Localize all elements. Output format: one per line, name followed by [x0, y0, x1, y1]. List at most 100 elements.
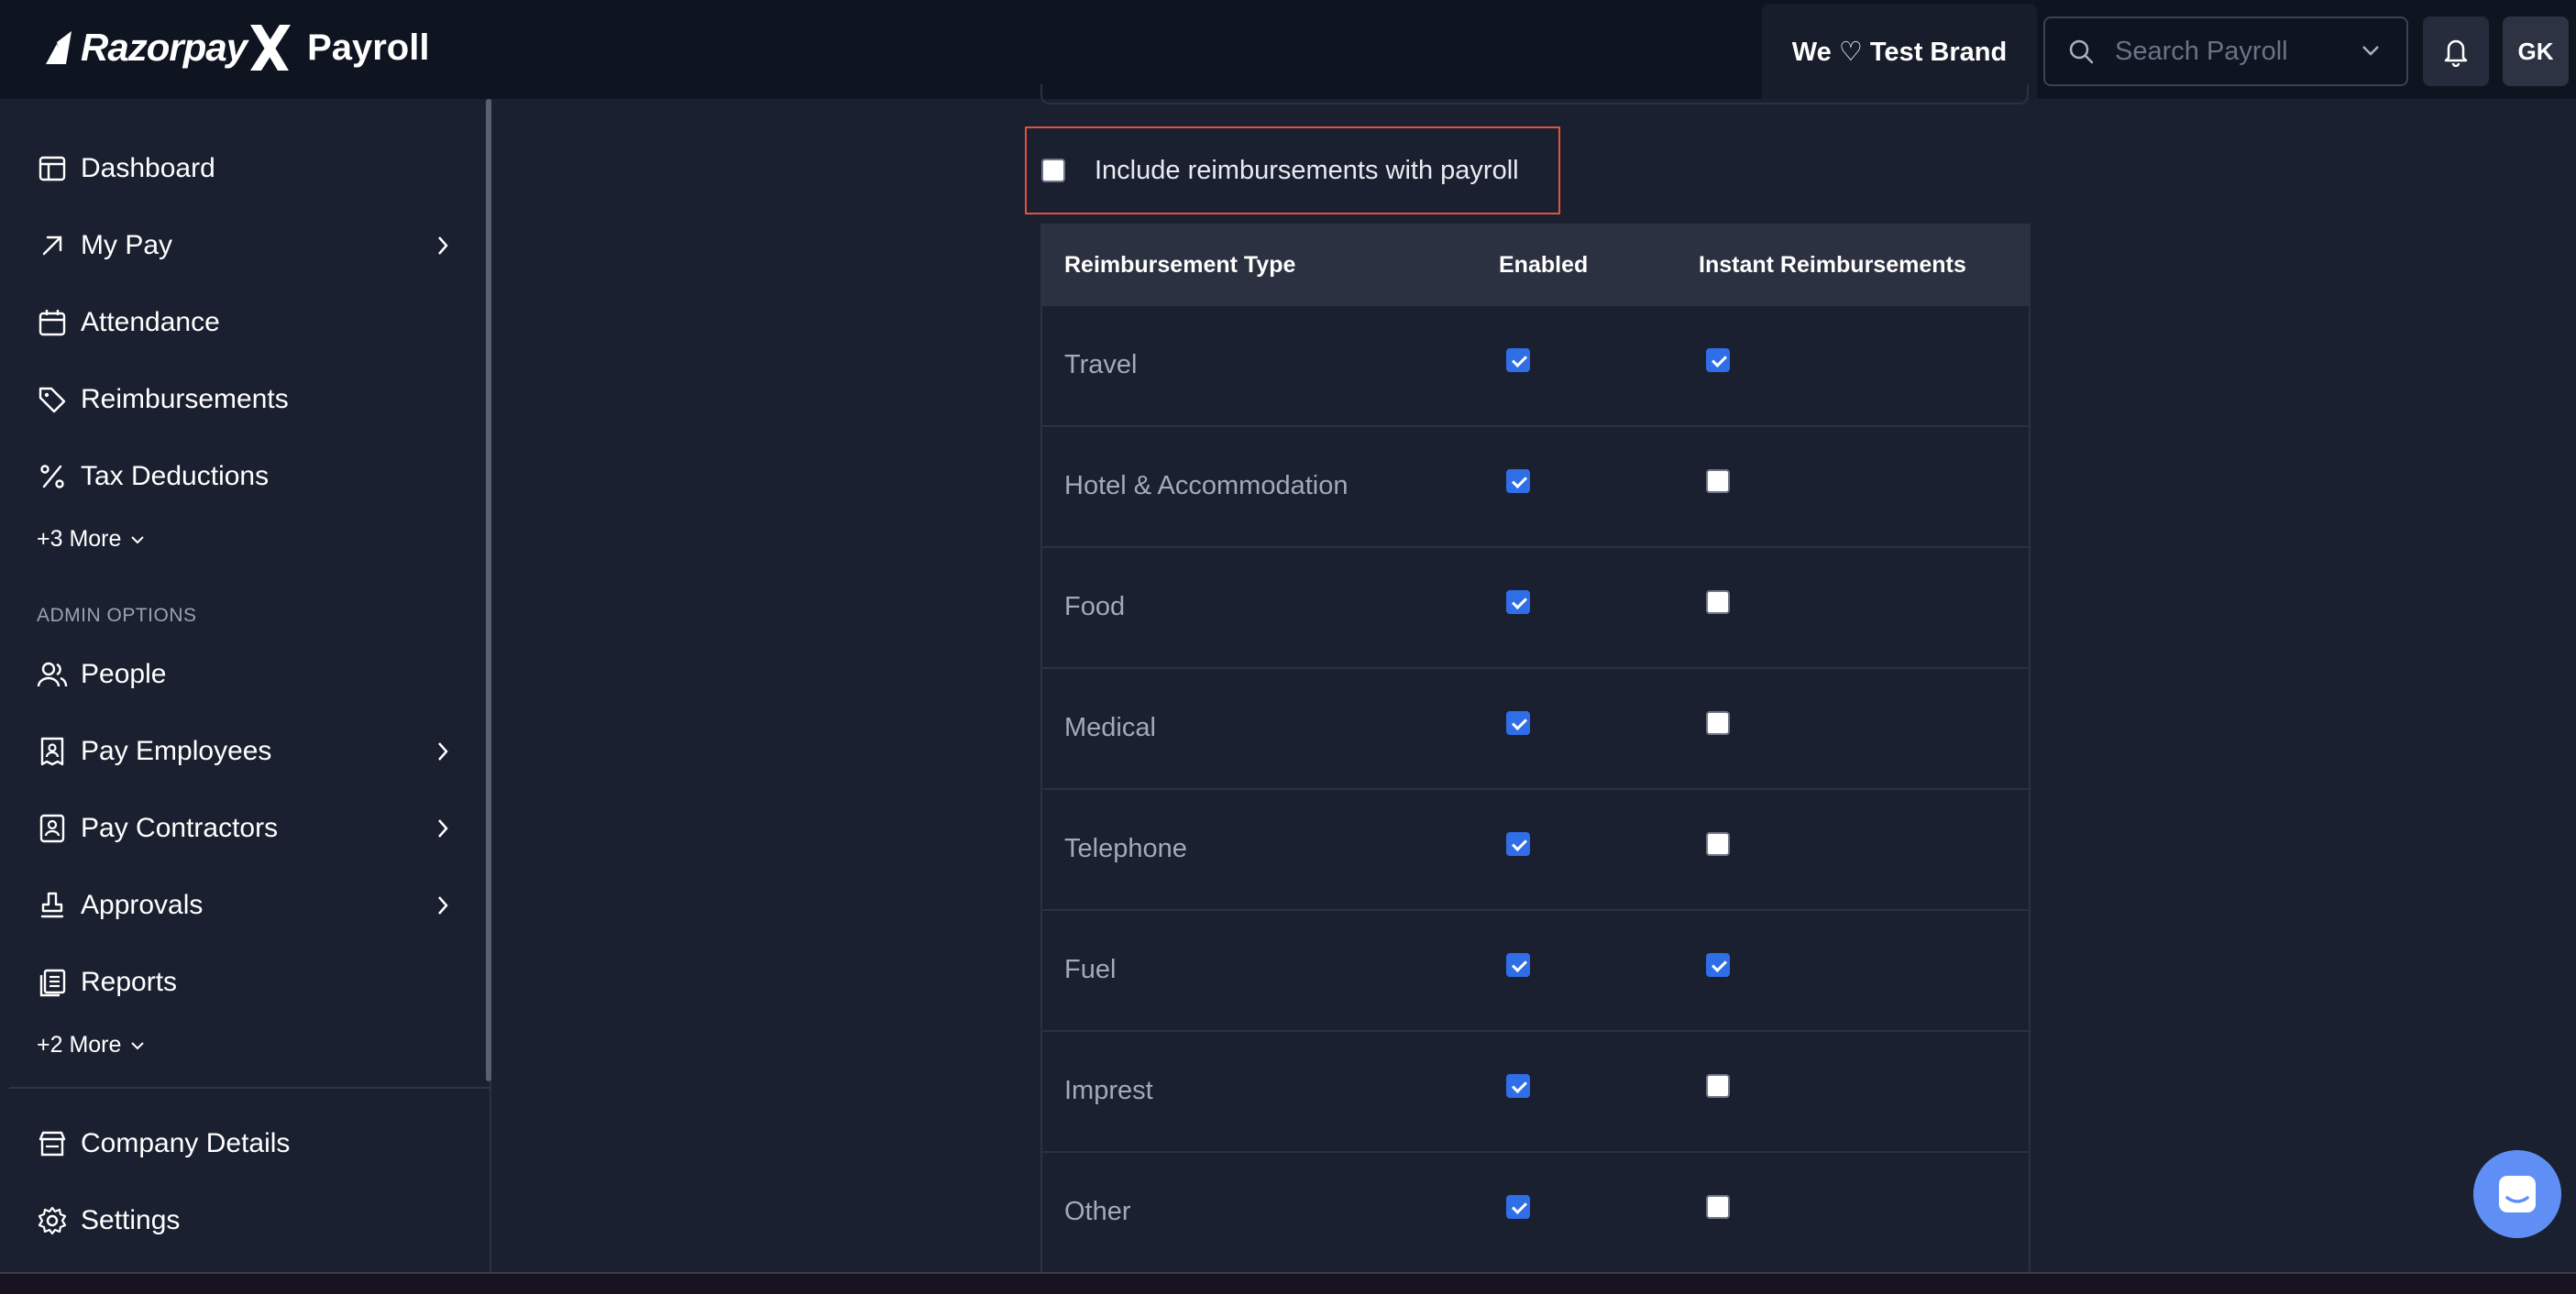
enabled-checkbox[interactable]	[1506, 1074, 1530, 1098]
chevron-right-icon	[438, 742, 448, 761]
table-row: Fuel	[1042, 909, 2029, 1030]
sidebar-item-label: Pay Employees	[81, 736, 272, 766]
instant-reimbursement-checkbox[interactable]	[1706, 590, 1730, 614]
sidebar-item-label: Tax Deductions	[81, 461, 270, 491]
chat-icon	[2499, 1176, 2536, 1212]
stamp-icon	[37, 890, 68, 921]
sidebar-item-label: Attendance	[81, 307, 220, 337]
enabled-checkbox[interactable]	[1506, 953, 1530, 977]
enabled-checkbox[interactable]	[1506, 832, 1530, 856]
chat-support-button[interactable]	[2473, 1150, 2561, 1238]
search-box[interactable]	[2043, 16, 2408, 86]
search-input[interactable]	[2113, 35, 2342, 68]
calendar-icon	[37, 307, 68, 338]
percent-icon	[37, 461, 68, 492]
sidebar-divider	[9, 1087, 491, 1089]
reimbursement-type-label: Imprest	[1064, 1076, 1153, 1105]
reimbursement-type-label: Travel	[1064, 350, 1138, 379]
sidebar-item-label: Pay Contractors	[81, 813, 279, 843]
product-name: Payroll	[307, 27, 430, 68]
instant-reimbursement-checkbox[interactable]	[1706, 953, 1730, 977]
sidebar-item-label: Reimbursements	[81, 384, 289, 414]
sidebar-item-my-pay[interactable]: My Pay	[37, 220, 449, 271]
instant-reimbursement-checkbox[interactable]	[1706, 832, 1730, 856]
sidebar-item-pay-employees[interactable]: Pay Employees	[37, 726, 449, 777]
sidebar-item-label: People	[81, 659, 167, 689]
receipt-icon	[37, 736, 68, 767]
header-reimbursement-type: Reimbursement Type	[1064, 251, 1296, 278]
dashboard-icon	[37, 153, 68, 184]
sidebar-item-settings[interactable]: Settings	[37, 1195, 449, 1246]
chevron-right-icon	[438, 819, 448, 838]
enabled-checkbox[interactable]	[1506, 348, 1530, 372]
table-row: Hotel & Accommodation	[1042, 425, 2029, 546]
reimbursement-type-label: Hotel & Accommodation	[1064, 471, 1349, 500]
sidebar-item-label: Reports	[81, 967, 178, 997]
gear-icon	[37, 1205, 68, 1236]
reimbursement-table: Reimbursement Type Enabled Instant Reimb…	[1040, 224, 2031, 1274]
table-row: Food	[1042, 546, 2029, 667]
sidebar-item-label: Approvals	[81, 890, 204, 920]
table-row: Travel	[1042, 304, 2029, 425]
razorpay-logo-mark-icon	[46, 31, 72, 64]
notifications-button[interactable]	[2423, 16, 2489, 86]
include-reimbursements-label: Include reimbursements with payroll	[1095, 155, 1519, 185]
instant-reimbursement-checkbox[interactable]	[1706, 711, 1730, 735]
arrow-up-right-icon	[37, 230, 68, 261]
instant-reimbursement-checkbox[interactable]	[1706, 1074, 1730, 1098]
sidebar-scrollbar[interactable]	[486, 99, 491, 1081]
window-bottom-strip	[0, 1274, 2576, 1294]
sidebar-item-label: Company Details	[81, 1128, 291, 1158]
reimbursement-type-label: Medical	[1064, 713, 1156, 742]
table-row: Telephone	[1042, 788, 2029, 909]
more-button-1[interactable]: +3 More	[37, 526, 145, 553]
table-row: Imprest	[1042, 1030, 2029, 1151]
bell-icon	[2444, 39, 2468, 67]
sidebar-item-attendance[interactable]: Attendance	[37, 297, 449, 348]
chevron-down-icon[interactable]	[2361, 44, 2381, 57]
brand-x-icon	[250, 25, 292, 71]
instant-reimbursement-checkbox[interactable]	[1706, 348, 1730, 372]
sidebar-item-pay-contractors[interactable]: Pay Contractors	[37, 803, 449, 854]
avatar[interactable]: GK	[2503, 16, 2569, 86]
sidebar-item-reports[interactable]: Reports	[37, 957, 449, 1008]
reports-icon	[37, 967, 68, 998]
sidebar-item-label: Settings	[81, 1205, 181, 1235]
contractor-icon	[37, 813, 68, 844]
instant-reimbursement-checkbox[interactable]	[1706, 469, 1730, 493]
store-icon	[37, 1128, 68, 1159]
instant-reimbursement-checkbox[interactable]	[1706, 1195, 1730, 1219]
sidebar-item-approvals[interactable]: Approvals	[37, 880, 449, 931]
chevron-down-icon	[131, 1041, 145, 1049]
table-row: Other	[1042, 1151, 2029, 1272]
table-header: Reimbursement Type Enabled Instant Reimb…	[1042, 225, 2029, 304]
reimbursement-type-label: Food	[1064, 592, 1126, 621]
sidebar-item-reimbursements[interactable]: Reimbursements	[37, 374, 449, 425]
sidebar-item-tax-deductions[interactable]: Tax Deductions	[37, 451, 449, 502]
reimbursement-type-label: Fuel	[1064, 955, 1117, 984]
sidebar-item-people[interactable]: People	[37, 649, 449, 700]
more-button-2[interactable]: +2 More	[37, 1032, 145, 1058]
sidebar-item-dashboard[interactable]: Dashboard	[37, 143, 449, 194]
enabled-checkbox[interactable]	[1506, 590, 1530, 614]
sidebar-item-company-details[interactable]: Company Details	[37, 1118, 449, 1169]
include-reimbursements-option[interactable]: Include reimbursements with payroll	[1025, 126, 1560, 214]
chevron-right-icon	[438, 236, 448, 255]
table-body: Travel Hotel & Accommodation Food Medical Te…	[1042, 304, 2029, 1272]
enabled-checkbox[interactable]	[1506, 711, 1530, 735]
chevron-right-icon	[438, 896, 448, 915]
admin-options-label: ADMIN OPTIONS	[37, 605, 197, 626]
more-label: +3 More	[37, 526, 122, 552]
reimbursement-type-label: Telephone	[1064, 834, 1187, 863]
sidebar-item-label: My Pay	[81, 230, 173, 260]
enabled-checkbox[interactable]	[1506, 469, 1530, 493]
enabled-checkbox[interactable]	[1506, 1195, 1530, 1219]
chevron-down-icon	[131, 535, 145, 543]
brand-logo[interactable]: Razorpay Payroll	[44, 22, 429, 73]
more-label: +2 More	[37, 1032, 122, 1058]
include-reimbursements-checkbox[interactable]	[1041, 159, 1065, 182]
search-icon	[2069, 39, 2094, 64]
header-instant-reimbursements: Instant Reimbursements	[1699, 251, 1966, 278]
brand-name: Razorpay	[81, 26, 248, 69]
sidebar-item-label: Dashboard	[81, 153, 215, 183]
